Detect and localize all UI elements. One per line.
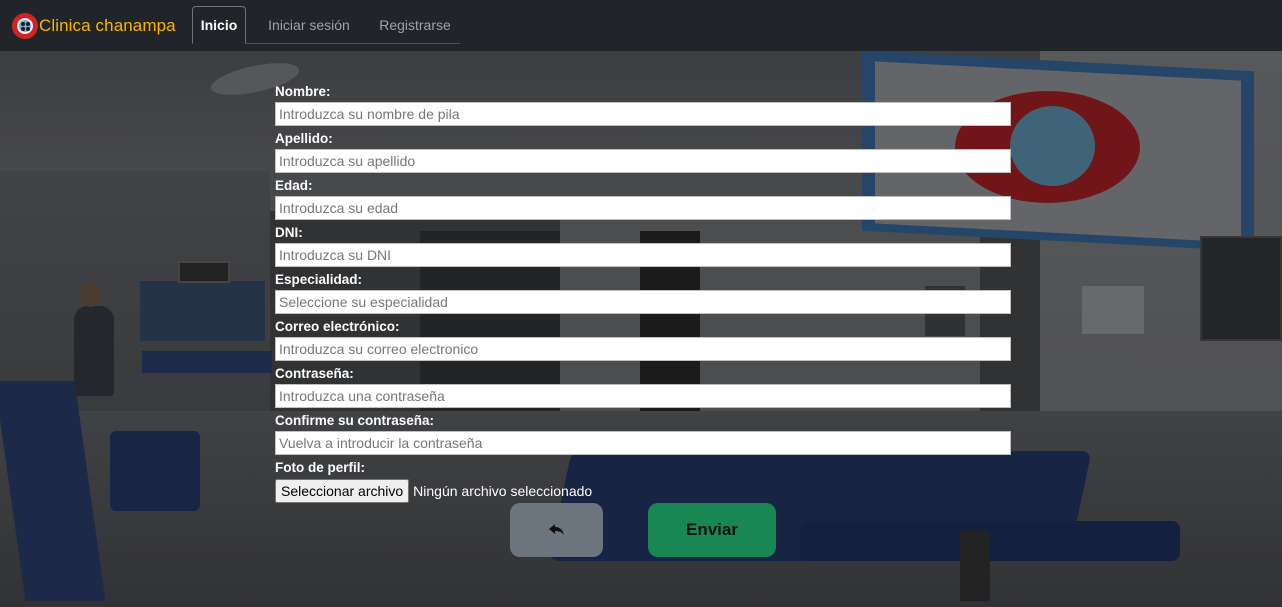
- label-apellido: Apellido:: [275, 131, 333, 146]
- dni-input[interactable]: [275, 243, 1011, 267]
- confirmar-contrasena-input[interactable]: [275, 431, 1011, 455]
- label-edad: Edad:: [275, 178, 313, 193]
- contrasena-input[interactable]: [275, 384, 1011, 408]
- edad-input[interactable]: [275, 196, 1011, 220]
- tab-inicio[interactable]: Inicio: [192, 6, 246, 44]
- select-file-button[interactable]: Seleccionar archivo: [275, 479, 410, 503]
- submit-button[interactable]: Enviar: [648, 503, 776, 557]
- file-status: Ningún archivo seleccionado: [413, 483, 593, 499]
- apellido-input[interactable]: [275, 149, 1011, 173]
- label-correo: Correo electrónico:: [275, 319, 400, 334]
- clinic-logo-icon: [12, 13, 38, 39]
- correo-input[interactable]: [275, 337, 1011, 361]
- label-confirmar-contrasena: Confirme su contraseña:: [275, 413, 435, 428]
- label-especialidad: Especialidad:: [275, 272, 363, 287]
- navbar: Clinica chanampa Inicio Iniciar sesión R…: [0, 0, 1282, 51]
- label-nombre: Nombre:: [275, 84, 331, 99]
- label-dni: DNI:: [275, 225, 303, 240]
- reply-arrow-icon: [548, 524, 564, 535]
- tab-registrarse[interactable]: Registrarse: [370, 6, 460, 44]
- tab-iniciar-sesion[interactable]: Iniciar sesión: [254, 6, 364, 44]
- back-button[interactable]: [510, 503, 603, 557]
- file-input: Seleccionar archivo Ningún archivo selec…: [275, 479, 592, 503]
- brand-name: Clinica chanampa: [39, 16, 176, 35]
- label-foto-perfil: Foto de perfil:: [275, 460, 365, 475]
- especialidad-input[interactable]: [275, 290, 1011, 314]
- label-contrasena: Contraseña:: [275, 366, 354, 381]
- nombre-input[interactable]: [275, 102, 1011, 126]
- brand[interactable]: Clinica chanampa: [12, 11, 176, 41]
